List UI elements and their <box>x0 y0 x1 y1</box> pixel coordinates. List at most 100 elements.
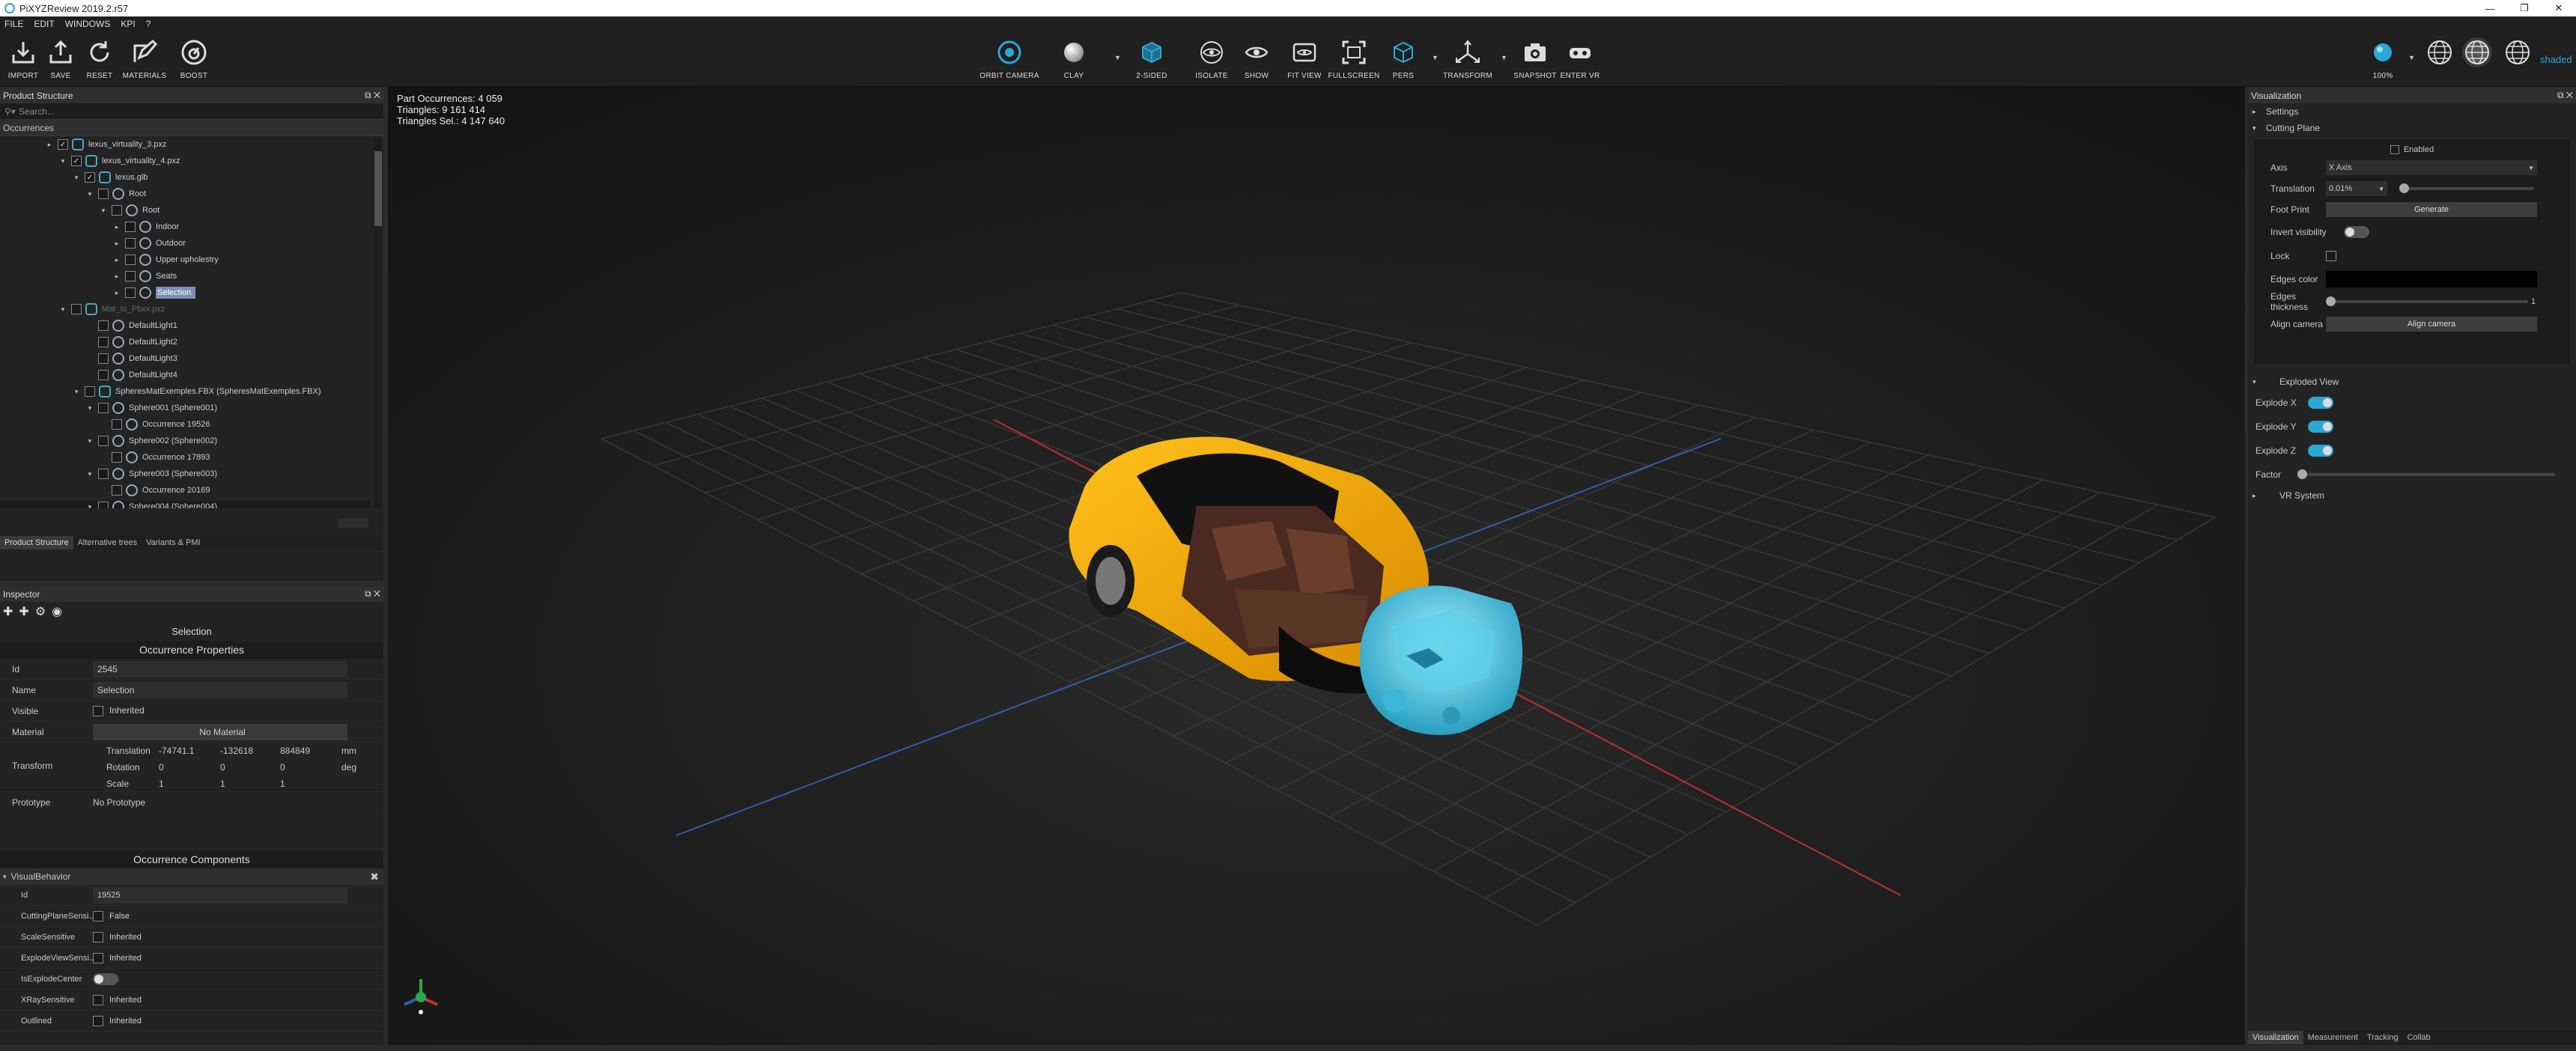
tree-row[interactable]: DefaultLight1 <box>0 317 371 334</box>
tab-visualization[interactable]: Visualization <box>2248 1031 2303 1044</box>
tab-alternative-trees[interactable]: Alternative trees <box>73 536 142 549</box>
tree-expand-arrow-icon[interactable]: ▸ <box>112 289 121 297</box>
enabled-checkbox[interactable]: Enabled <box>2254 142 2570 157</box>
tree-expand-arrow-icon[interactable]: ▾ <box>99 207 108 215</box>
rotation-y-field[interactable]: 0 <box>220 762 225 773</box>
generate-button[interactable]: Generate <box>2326 202 2537 217</box>
tree-row[interactable]: ▸ ✓ lexus_virtuality_3.pxz <box>0 136 371 153</box>
rotation-z-field[interactable]: 0 <box>280 762 285 773</box>
tree-row[interactable]: ▾ Sphere001 (Sphere001) <box>0 400 371 416</box>
tab-variants-pmi[interactable]: Variants & PMI <box>142 536 205 549</box>
close-icon[interactable]: ✕ <box>2542 0 2576 16</box>
tree-visibility-checkbox[interactable] <box>125 271 136 281</box>
prop-id-value[interactable]: 2545 <box>93 660 347 677</box>
tree-expand-arrow-icon[interactable]: ▾ <box>58 157 67 165</box>
exploded-view-section-header[interactable]: ▾ Exploded View <box>2248 373 2576 391</box>
tree-visibility-checkbox[interactable] <box>71 304 82 314</box>
edges-thickness-slider[interactable] <box>2326 296 2528 306</box>
tree-row[interactable]: DefaultLight2 <box>0 334 371 350</box>
tree-visibility-checkbox[interactable] <box>112 419 122 430</box>
perspective-button[interactable]: PERS <box>1381 37 1426 80</box>
tree-row[interactable]: DefaultLight3 <box>0 350 371 367</box>
tree-expand-arrow-icon[interactable]: ▾ <box>58 305 67 314</box>
menu-windows[interactable]: WINDOWS <box>65 19 111 29</box>
tree-expand-arrow-icon[interactable]: ▸ <box>112 240 121 248</box>
tree-visibility-checkbox[interactable] <box>98 502 109 508</box>
tab-tracking[interactable]: Tracking <box>2363 1031 2403 1044</box>
tab-product-structure[interactable]: Product Structure <box>0 536 73 549</box>
translation-z-field[interactable]: 884849 <box>280 746 310 756</box>
vb-checkbox[interactable] <box>93 994 103 1005</box>
tree-expand-arrow-icon[interactable]: ▸ <box>112 256 121 264</box>
tree-row[interactable]: Occurrence 17893 <box>0 449 371 466</box>
3d-viewport[interactable]: Part Occurrences: 4 059 Triangles: 9 161… <box>388 87 2245 1045</box>
vb-checkbox[interactable] <box>93 952 103 963</box>
tree-visibility-checkbox[interactable] <box>125 255 136 265</box>
tree-visibility-checkbox[interactable] <box>112 205 122 216</box>
tree-visibility-checkbox[interactable] <box>98 320 109 331</box>
tree-expand-arrow-icon[interactable]: ▾ <box>85 404 94 412</box>
tree-expand-arrow-icon[interactable]: ▾ <box>85 503 94 509</box>
align-camera-button[interactable]: Align camera <box>2326 317 2537 332</box>
tree-expand-arrow-icon[interactable]: ▾ <box>72 388 81 396</box>
shaded-wire-mode-button[interactable] <box>2455 37 2500 67</box>
two-sided-button[interactable]: 2-SIDED <box>1129 37 1174 80</box>
fit-view-button[interactable]: FIT VIEW <box>1282 37 1327 80</box>
tree-visibility-checkbox[interactable]: ✓ <box>85 172 95 183</box>
tree-expand-arrow-icon[interactable]: ▸ <box>45 141 54 149</box>
tree-row[interactable]: ▾ Sphere002 (Sphere002) <box>0 433 371 449</box>
pers-dropdown-icon[interactable]: ▼ <box>1432 54 1439 61</box>
tree-row[interactable]: ▸ Outdoor <box>0 235 371 252</box>
tree-search-input[interactable]: ⚲▾ Search... <box>0 103 383 120</box>
tree-visibility-checkbox[interactable] <box>125 287 136 298</box>
tree-row[interactable]: ▾ ✓ lexus.glb <box>0 169 371 186</box>
engine-model[interactable] <box>1359 585 1522 735</box>
tree-row[interactable]: ▾ Mat_to_Pbxx.pxz <box>0 301 371 317</box>
lock-checkbox[interactable] <box>2326 251 2336 261</box>
vb-checkbox[interactable] <box>93 910 103 921</box>
boost-button[interactable]: BOOST <box>171 37 217 80</box>
scale-x-field[interactable]: 1 <box>159 779 164 789</box>
tab-collab[interactable]: Collab <box>2403 1031 2435 1044</box>
translation-y-field[interactable]: -132618 <box>220 746 253 756</box>
invert-visibility-toggle[interactable] <box>2344 226 2369 238</box>
factor-slider[interactable] <box>2297 469 2555 479</box>
shaded-mode-button[interactable] <box>2495 37 2540 67</box>
tree-visibility-checkbox[interactable] <box>112 452 122 463</box>
translation-select[interactable]: 0.01% ▼ <box>2326 181 2387 196</box>
tree-visibility-checkbox[interactable] <box>98 403 109 413</box>
panel-float-close-icon[interactable]: ⧉ ✕ <box>365 90 380 101</box>
menu-kpi[interactable]: KPI <box>121 19 135 29</box>
tree-row[interactable]: ▾ Root <box>0 202 371 219</box>
menu-help[interactable]: ? <box>146 19 151 29</box>
clay-dropdown-icon[interactable]: ▼ <box>1114 54 1121 61</box>
tree-visibility-checkbox[interactable] <box>98 469 109 479</box>
menu-edit[interactable]: EDIT <box>34 19 54 29</box>
is-explode-center-toggle[interactable] <box>93 972 118 985</box>
tree-visibility-checkbox[interactable] <box>98 353 109 364</box>
tree-row[interactable]: Occurrence 20169 <box>0 482 371 499</box>
panel-float-close-icon[interactable]: ⧉ ✕ <box>2557 90 2573 101</box>
settings-section-header[interactable]: ▸ Settings <box>2248 103 2576 120</box>
vb-id-field[interactable]: 19525 <box>93 886 347 904</box>
zoom-level-button[interactable]: 100% <box>2360 37 2405 80</box>
target-icon[interactable]: ◉ <box>52 604 62 619</box>
visible-checkbox[interactable] <box>93 705 103 716</box>
tree-visibility-checkbox[interactable] <box>98 370 109 380</box>
tree-visibility-checkbox[interactable] <box>98 337 109 347</box>
tree-row[interactable]: ▸ Seats <box>0 268 371 284</box>
material-picker[interactable]: No Material <box>93 723 347 740</box>
tab-measurement[interactable]: Measurement <box>2303 1031 2363 1044</box>
zoom-dropdown-icon[interactable]: ▼ <box>2408 54 2415 61</box>
tree-row[interactable]: DefaultLight4 <box>0 367 371 383</box>
tree-expand-arrow-icon[interactable]: ▾ <box>85 470 94 478</box>
tree-visibility-checkbox[interactable] <box>125 238 136 249</box>
enter-vr-button[interactable]: ENTER VR <box>1556 37 1604 80</box>
scale-y-field[interactable]: 1 <box>220 779 225 789</box>
vb-checkbox[interactable] <box>93 931 103 942</box>
tree-visibility-checkbox[interactable] <box>98 436 109 446</box>
tree-expand-arrow-icon[interactable]: ▾ <box>72 174 81 182</box>
fullscreen-button[interactable]: FULLSCREEN <box>1328 37 1379 80</box>
transform-dropdown-icon[interactable]: ▼ <box>1501 54 1507 61</box>
tree-visibility-checkbox[interactable] <box>125 222 136 232</box>
